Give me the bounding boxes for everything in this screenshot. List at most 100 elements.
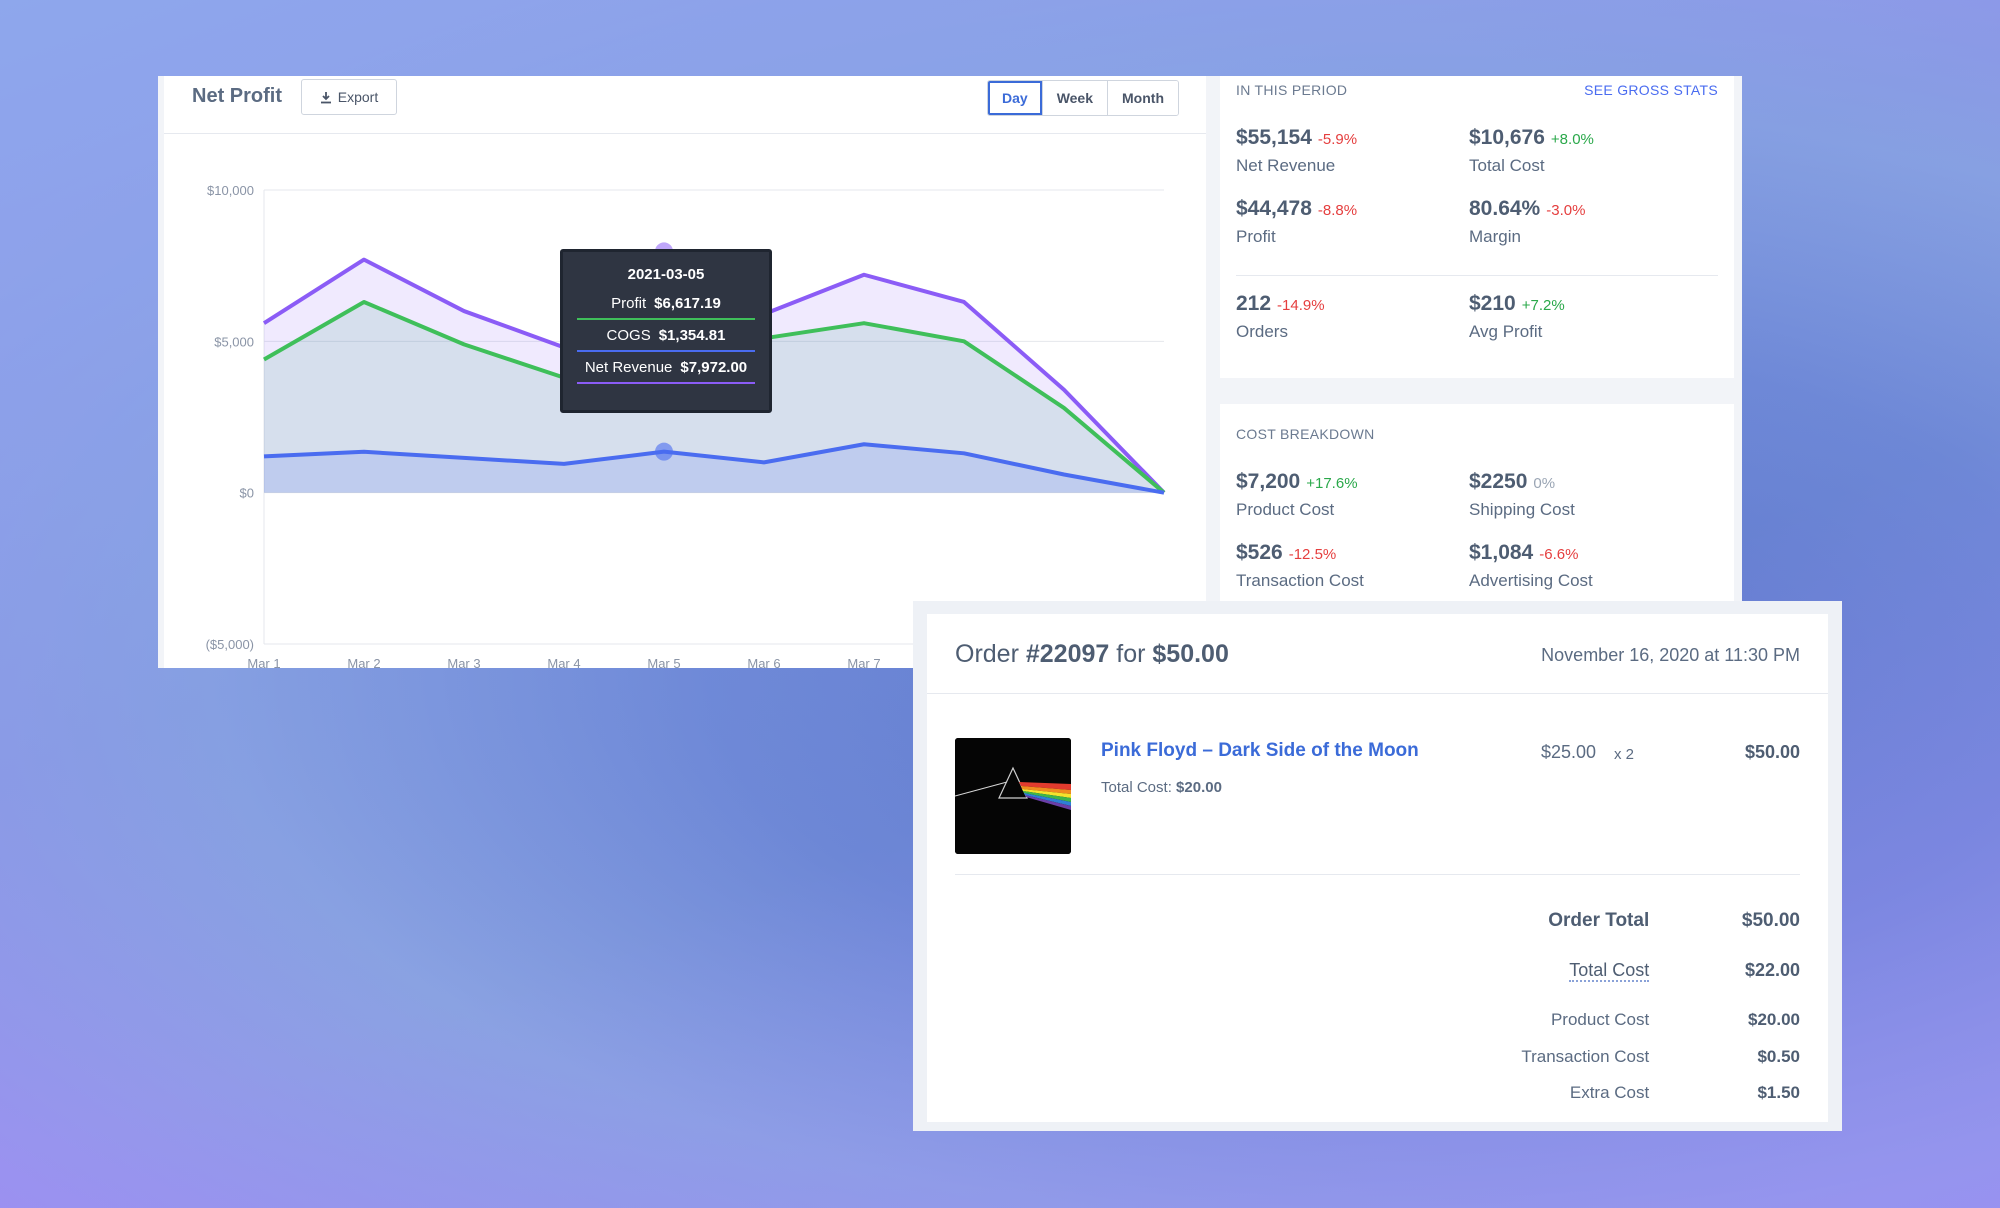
stat-label: Avg Profit [1469, 322, 1543, 341]
total-cost-toggle[interactable]: Total Cost [1569, 960, 1650, 982]
stat-orders: 212 -14.9% Orders [1236, 292, 1325, 342]
stat-profit: $44,478 -8.8% Profit [1236, 197, 1357, 247]
stat-value: $7,200 [1236, 470, 1301, 493]
stat-value: $44,478 [1236, 197, 1312, 220]
divider [1236, 275, 1718, 276]
total-value: $0.50 [1757, 1047, 1800, 1066]
stat-value: 212 [1236, 292, 1272, 315]
stat-change: -6.6% [1539, 546, 1579, 563]
stat-product-cost: $7,200 +17.6% Product Cost [1236, 470, 1358, 520]
tooltip-row-cogs: COGS $1,354.81 [577, 320, 755, 352]
stat-shipping-cost: $2250 0% Shipping Cost [1469, 470, 1575, 520]
total-value: $50.00 [1741, 910, 1800, 931]
order-for: for [1116, 640, 1146, 668]
range-toggle: Day Week Month [987, 80, 1179, 116]
y-tick-label: $5,000 [214, 334, 254, 349]
stat-change: +8.0% [1550, 131, 1594, 148]
stat-label: Profit [1236, 227, 1276, 246]
order-title: Order #22097 for $50.00 [955, 640, 1229, 669]
stat-value: $210 [1469, 292, 1516, 315]
product-cost-label: Total Cost: [1101, 779, 1172, 796]
chart-header: Net Profit Export Day Week Month [164, 76, 1206, 134]
prism-icon [955, 738, 1071, 854]
stat-net-revenue: $55,154 -5.9% Net Revenue [1236, 126, 1357, 176]
stat-transaction-cost: $526 -12.5% Transaction Cost [1236, 541, 1364, 591]
see-gross-stats-link[interactable]: SEE GROSS STATS [1584, 82, 1718, 98]
range-week-button[interactable]: Week [1041, 81, 1108, 115]
stat-total-cost: $10,676 +8.0% Total Cost [1469, 126, 1594, 176]
x-tick-label: Mar 3 [447, 656, 480, 668]
tooltip-row-profit: Profit $6,617.19 [577, 288, 755, 320]
product-cost-value: $20.00 [1176, 779, 1222, 796]
period-title: IN THIS PERIOD [1236, 82, 1348, 98]
total-value: $20.00 [1748, 1010, 1800, 1029]
stat-change: -5.9% [1317, 131, 1358, 148]
tooltip-revenue-value: $7,972.00 [680, 358, 748, 376]
stat-value: 80.64% [1469, 197, 1541, 220]
stat-label: Shipping Cost [1469, 500, 1575, 519]
export-label: Export [337, 89, 379, 105]
hover-point [655, 442, 673, 461]
period-stats-card: IN THIS PERIOD SEE GROSS STATS $55,154 -5… [1220, 76, 1734, 378]
stat-label: Margin [1469, 227, 1521, 246]
tooltip-date: 2021-03-05 [627, 266, 705, 283]
range-month-button[interactable]: Month [1107, 81, 1178, 115]
total-value: $1.50 [1757, 1083, 1800, 1102]
x-tick-label: Mar 5 [647, 656, 680, 668]
order-title-prefix: Order [955, 640, 1019, 668]
stat-margin: 80.64% -3.0% Margin [1469, 197, 1585, 247]
total-label: Product Cost [1550, 1010, 1650, 1029]
stat-change: -3.0% [1546, 202, 1586, 219]
stat-change: -14.9% [1277, 297, 1325, 314]
y-tick-label: $10,000 [207, 183, 254, 198]
y-tick-label: ($5,000) [206, 637, 254, 652]
export-button[interactable]: Export [301, 79, 397, 115]
y-tick-label: $0 [240, 486, 254, 501]
tooltip-revenue-label: Net Revenue [584, 358, 673, 376]
stat-change: -12.5% [1288, 546, 1337, 563]
order-amount: $50.00 [1152, 640, 1229, 668]
x-tick-label: Mar 1 [247, 656, 280, 668]
extra-cost-row: Extra Cost $1.50 [1380, 1083, 1800, 1103]
stat-avg-profit: $210 +7.2% Avg Profit [1469, 292, 1565, 342]
total-label[interactable]: Total Cost [1380, 960, 1650, 982]
stat-label: Product Cost [1236, 500, 1335, 519]
stat-value: $526 [1236, 541, 1283, 564]
order-total-row: Order Total $50.00 [1380, 910, 1800, 932]
stat-value: $55,154 [1236, 126, 1312, 149]
chart-title: Net Profit [192, 85, 282, 107]
tooltip-row-revenue: Net Revenue $7,972.00 [577, 352, 755, 384]
transaction-cost-row: Transaction Cost $0.50 [1380, 1047, 1800, 1067]
stat-change: 0% [1533, 475, 1556, 492]
stat-change: +17.6% [1306, 475, 1358, 492]
x-tick-label: Mar 2 [347, 656, 380, 668]
total-label: Extra Cost [1569, 1083, 1650, 1102]
album-cover-image [955, 738, 1071, 854]
stat-value: $10,676 [1469, 126, 1545, 149]
order-header: Order #22097 for $50.00 November 16, 202… [927, 614, 1828, 694]
stat-label: Total Cost [1469, 156, 1545, 175]
x-tick-label: Mar 7 [847, 656, 880, 668]
order-number: #22097 [1025, 640, 1110, 668]
tooltip-profit-value: $6,617.19 [654, 294, 721, 312]
total-value: $22.00 [1744, 960, 1800, 980]
stat-change: -8.8% [1317, 202, 1358, 219]
chart-tooltip: 2021-03-05 Profit $6,617.19 COGS $1,354.… [560, 249, 772, 413]
divider [955, 874, 1800, 875]
tooltip-cogs-value: $1,354.81 [658, 326, 726, 344]
stat-label: Orders [1236, 322, 1288, 341]
total-label: Order Total [1548, 910, 1650, 931]
order-panel: Order #22097 for $50.00 November 16, 202… [913, 601, 1842, 1131]
download-icon [320, 91, 331, 103]
stat-label: Transaction Cost [1236, 571, 1364, 590]
range-day-button[interactable]: Day [988, 81, 1042, 115]
product-cost-row: Product Cost $20.00 [1380, 1010, 1800, 1030]
stat-advertising-cost: $1,084 -6.6% Advertising Cost [1469, 541, 1593, 591]
quantity: x 2 [1614, 746, 1635, 763]
order-card: Order #22097 for $50.00 November 16, 202… [927, 614, 1828, 1122]
product-link[interactable]: Pink Floyd – Dark Side of the Moon [1101, 740, 1419, 762]
tooltip-cogs-label: COGS [606, 326, 651, 344]
unit-price: $25.00 [1541, 742, 1597, 762]
analytics-panel: Net Profit Export Day Week Month $10,000… [158, 76, 1742, 668]
stat-label: Advertising Cost [1469, 571, 1593, 590]
